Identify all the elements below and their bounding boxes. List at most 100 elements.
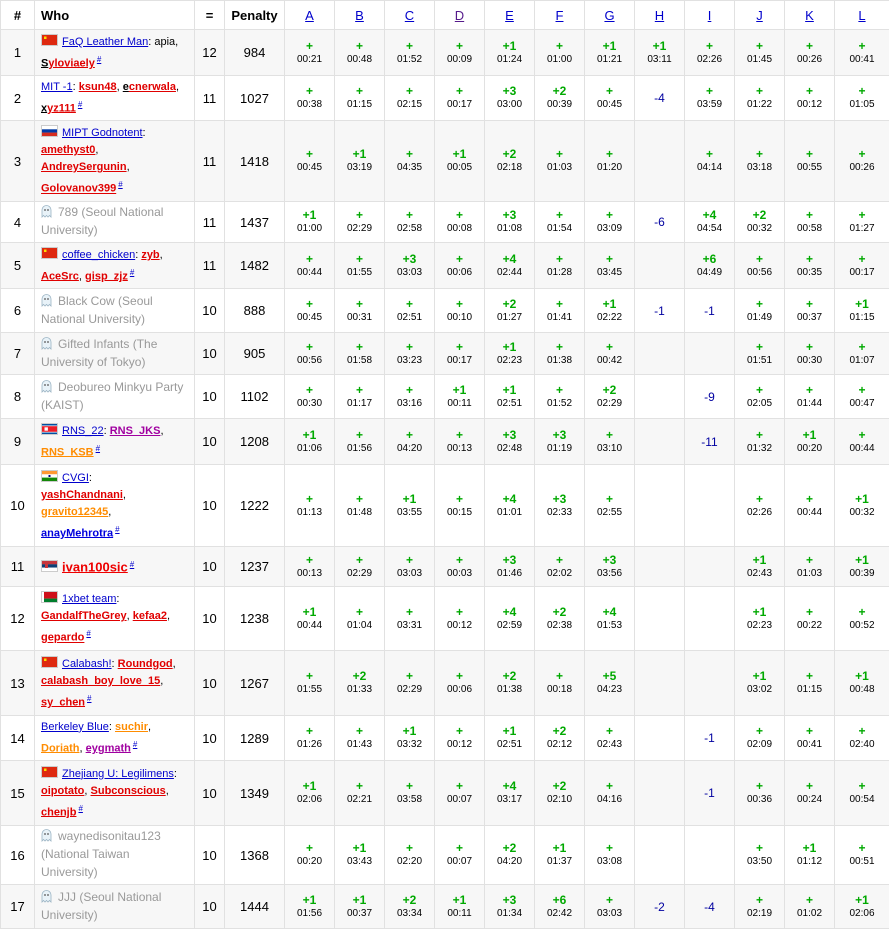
problem-result-cell-d[interactable]: +00:12 [434, 715, 485, 761]
team-name-link[interactable]: RNS_22 [62, 425, 104, 437]
problem-result-cell-d[interactable]: +00:07 [434, 760, 485, 826]
problem-result-cell-b[interactable]: +01:15 [334, 75, 385, 121]
problem-result-cell-e[interactable]: +2 04:20 [484, 825, 535, 885]
problem-link-i[interactable]: I [708, 8, 712, 23]
problem-result-cell-j[interactable]: +00:56 [734, 242, 785, 289]
problem-result-cell-a[interactable]: +00:21 [284, 29, 335, 76]
problem-result-cell-j[interactable]: +01:45 [734, 29, 785, 76]
problem-result-cell-d[interactable]: +00:03 [434, 546, 485, 587]
problem-result-cell-i[interactable]: +03:59 [684, 75, 735, 121]
problem-result-cell-g[interactable]: +03:45 [584, 242, 635, 289]
problem-result-cell-a[interactable]: +01:13 [284, 464, 335, 547]
problem-result-cell-h[interactable] [634, 715, 685, 761]
virtual-participation-hash-link[interactable]: # [130, 268, 134, 277]
member-handle-link[interactable]: calabash_boy_love_15 [41, 675, 160, 687]
problem-result-cell-c[interactable]: +02:51 [384, 288, 435, 333]
problem-result-cell-g[interactable]: +00:45 [584, 75, 635, 121]
problem-result-cell-d[interactable]: +00:15 [434, 464, 485, 547]
problem-result-cell-c[interactable]: +03:16 [384, 374, 435, 419]
problem-result-cell-f[interactable]: +01:41 [534, 288, 585, 333]
problem-result-cell-c[interactable]: +04:20 [384, 418, 435, 465]
problem-result-cell-f[interactable]: +3 01:19 [534, 418, 585, 465]
problem-result-cell-g[interactable]: +00:42 [584, 332, 635, 375]
problem-result-cell-c[interactable]: +02:29 [384, 650, 435, 716]
problem-result-cell-a[interactable]: +1 00:44 [284, 586, 335, 651]
problem-result-cell-l[interactable]: +01:07 [834, 332, 889, 375]
problem-result-cell-g[interactable]: +03:03 [584, 884, 635, 929]
problem-result-cell-j[interactable]: +01:49 [734, 288, 785, 333]
problem-result-cell-c[interactable]: +02:15 [384, 75, 435, 121]
problem-result-cell-b[interactable]: +1 03:19 [334, 120, 385, 202]
problem-link-b[interactable]: B [355, 8, 364, 23]
problem-result-cell-k[interactable]: +00:22 [784, 586, 835, 651]
problem-result-cell-j[interactable]: +02:26 [734, 464, 785, 547]
member-handle-link[interactable]: oipotato [41, 785, 84, 797]
problem-result-cell-d[interactable]: +00:09 [434, 29, 485, 76]
problem-result-cell-j[interactable]: +01:22 [734, 75, 785, 121]
problem-result-cell-j[interactable]: +02:19 [734, 884, 785, 929]
problem-link-j[interactable]: J [756, 8, 763, 23]
problem-result-cell-i[interactable]: -1 [684, 288, 735, 333]
member-handle-link[interactable]: gepardo [41, 632, 84, 644]
problem-link-a[interactable]: A [305, 8, 314, 23]
problem-result-cell-g[interactable]: +03:08 [584, 825, 635, 885]
problem-result-cell-f[interactable]: +01:03 [534, 120, 585, 202]
problem-result-cell-b[interactable]: +01:56 [334, 418, 385, 465]
problem-result-cell-k[interactable]: +01:03 [784, 546, 835, 587]
problem-result-cell-h[interactable] [634, 418, 685, 465]
problem-result-cell-a[interactable]: +1 01:56 [284, 884, 335, 929]
problem-result-cell-c[interactable]: +1 03:32 [384, 715, 435, 761]
problem-result-cell-k[interactable]: +00:24 [784, 760, 835, 826]
member-handle-link[interactable]: Doriath [41, 742, 80, 754]
problem-result-cell-a[interactable]: +00:44 [284, 242, 335, 289]
virtual-participation-hash-link[interactable]: # [133, 740, 137, 749]
problem-result-cell-e[interactable]: +4 02:44 [484, 242, 535, 289]
problem-result-cell-j[interactable]: +2 00:32 [734, 201, 785, 243]
virtual-participation-hash-link[interactable]: # [115, 525, 119, 534]
problem-result-cell-i[interactable]: +04:14 [684, 120, 735, 202]
problem-result-cell-l[interactable]: +1 00:39 [834, 546, 889, 587]
problem-result-cell-i[interactable] [684, 825, 735, 885]
problem-result-cell-e[interactable]: +2 01:38 [484, 650, 535, 716]
member-handle-link[interactable]: anayMehrotra [41, 527, 113, 539]
problem-result-cell-c[interactable]: +2 03:34 [384, 884, 435, 929]
team-name-link[interactable]: Calabash! [62, 658, 112, 670]
problem-result-cell-l[interactable]: +1 00:48 [834, 650, 889, 716]
problem-result-cell-d[interactable]: +00:17 [434, 75, 485, 121]
problem-result-cell-d[interactable]: +00:13 [434, 418, 485, 465]
problem-result-cell-k[interactable]: +00:37 [784, 288, 835, 333]
problem-result-cell-l[interactable]: +1 02:06 [834, 884, 889, 929]
problem-result-cell-k[interactable]: +00:55 [784, 120, 835, 202]
virtual-participation-hash-link[interactable]: # [78, 804, 82, 813]
problem-result-cell-h[interactable]: -1 [634, 288, 685, 333]
problem-result-cell-f[interactable]: +02:02 [534, 546, 585, 587]
problem-result-cell-b[interactable]: +01:04 [334, 586, 385, 651]
problem-result-cell-e[interactable]: +4 02:59 [484, 586, 535, 651]
problem-result-cell-e[interactable]: +3 01:34 [484, 884, 535, 929]
problem-result-cell-f[interactable]: +1 01:37 [534, 825, 585, 885]
problem-result-cell-g[interactable]: +2 02:29 [584, 374, 635, 419]
problem-result-cell-b[interactable]: +1 03:43 [334, 825, 385, 885]
team-name-link[interactable]: coffee_chicken [62, 249, 135, 261]
problem-result-cell-d[interactable]: +1 00:05 [434, 120, 485, 202]
member-handle-link[interactable]: suchir [115, 721, 148, 733]
problem-result-cell-i[interactable]: -1 [684, 715, 735, 761]
problem-result-cell-e[interactable]: +1 02:23 [484, 332, 535, 375]
problem-result-cell-l[interactable]: +1 01:15 [834, 288, 889, 333]
problem-result-cell-l[interactable]: +01:05 [834, 75, 889, 121]
problem-result-cell-d[interactable]: +00:08 [434, 201, 485, 243]
member-handle-link[interactable]: Golovanov399 [41, 183, 116, 195]
problem-result-cell-b[interactable]: +00:48 [334, 29, 385, 76]
member-handle-link[interactable]: RNS_KSB [41, 446, 94, 458]
member-handle-link[interactable]: ivan100sic [62, 559, 128, 574]
problem-result-cell-b[interactable]: +01:48 [334, 464, 385, 547]
problem-result-cell-k[interactable]: +00:35 [784, 242, 835, 289]
problem-result-cell-e[interactable]: +3 01:08 [484, 201, 535, 243]
problem-result-cell-b[interactable]: +01:17 [334, 374, 385, 419]
team-name-link[interactable]: CVGI [62, 472, 89, 484]
problem-result-cell-l[interactable]: +02:40 [834, 715, 889, 761]
problem-result-cell-f[interactable]: +2 02:38 [534, 586, 585, 651]
problem-result-cell-g[interactable]: +5 04:23 [584, 650, 635, 716]
problem-link-e[interactable]: E [505, 8, 514, 23]
problem-result-cell-h[interactable]: +1 03:11 [634, 29, 685, 76]
